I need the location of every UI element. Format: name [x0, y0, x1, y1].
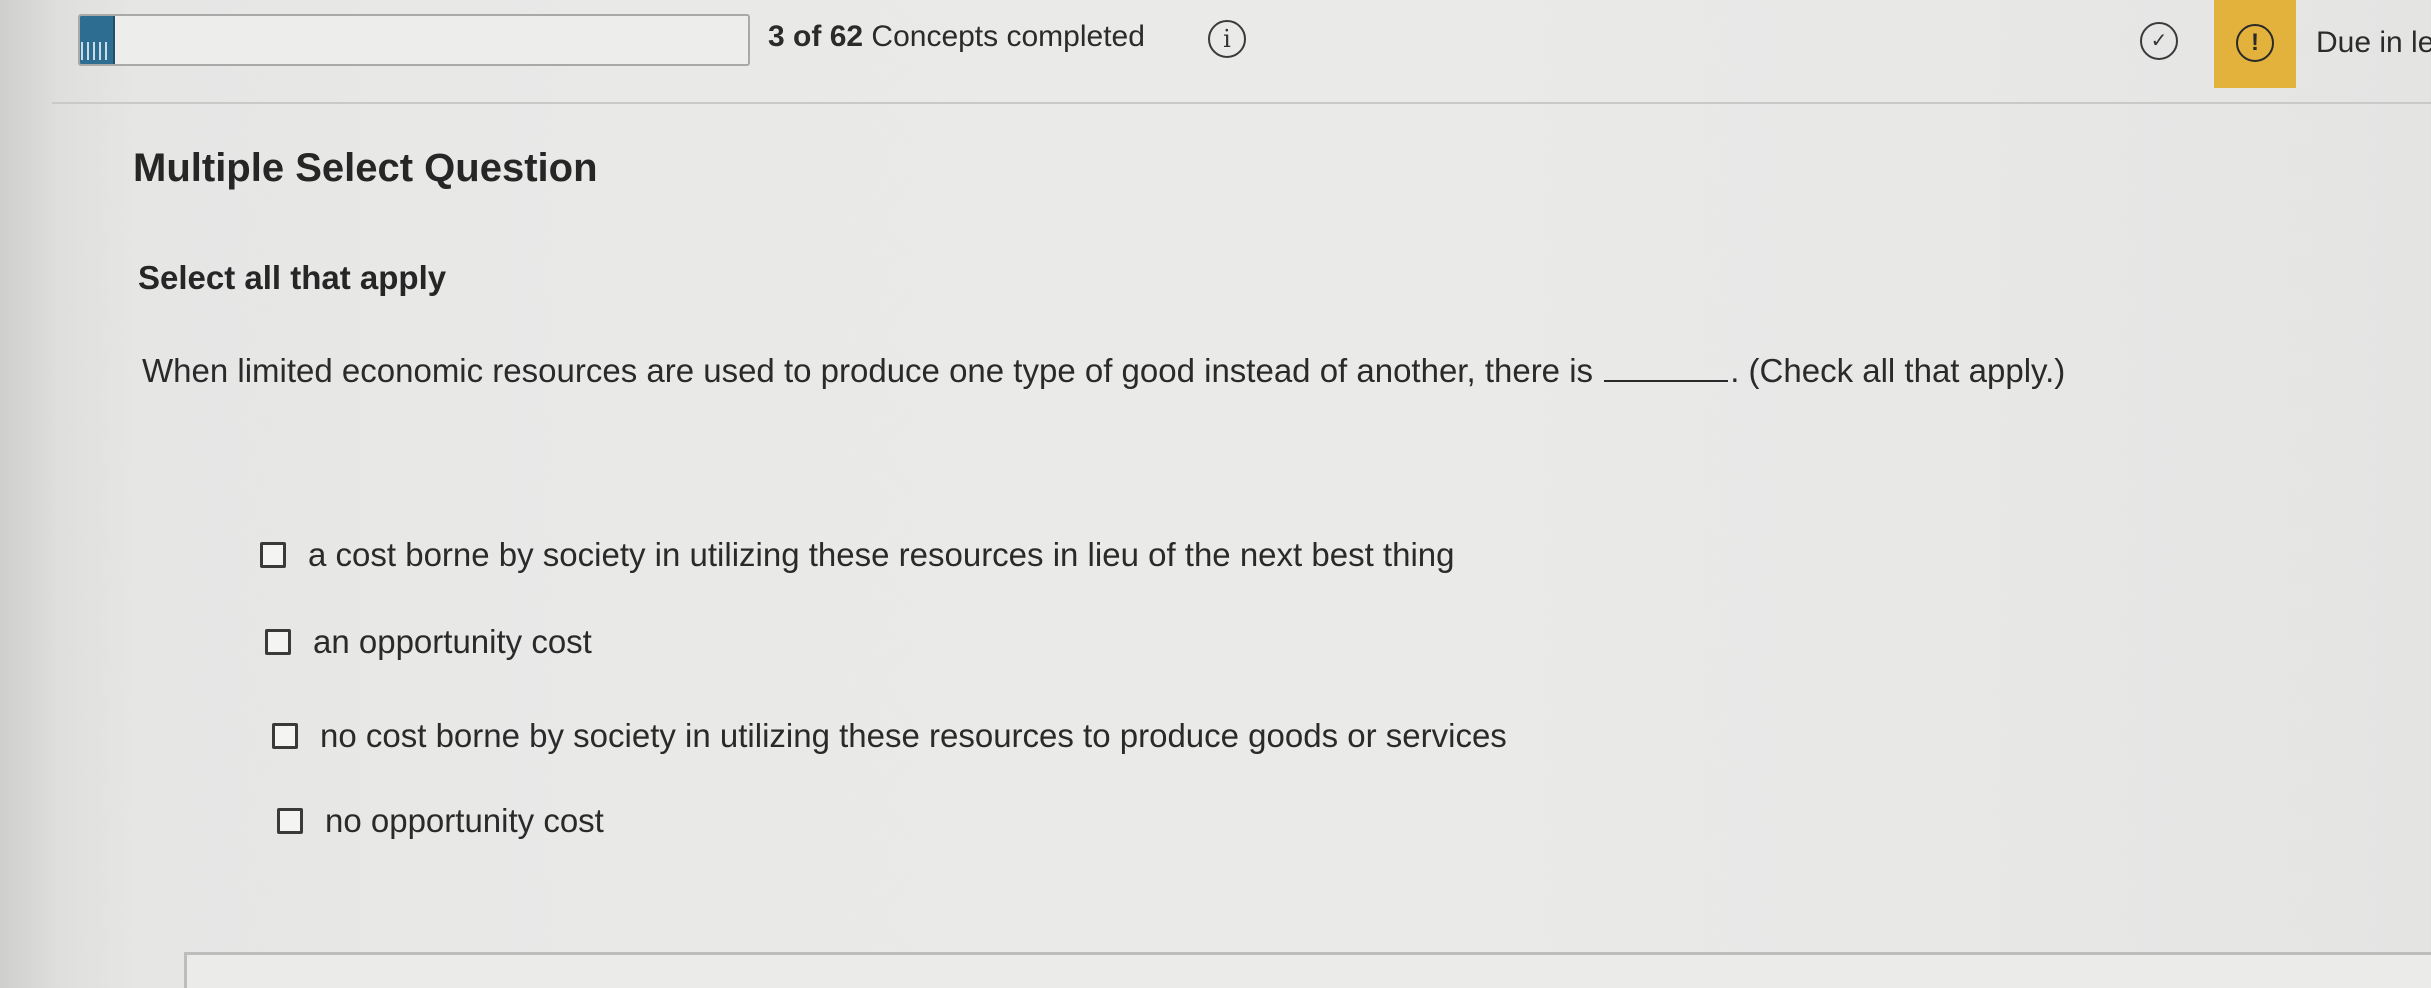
question-type-heading: Multiple Select Question: [133, 146, 598, 190]
progress-stripes: [80, 42, 110, 60]
answer-option-3[interactable]: no cost borne by society in utilizing th…: [272, 717, 1507, 755]
prompt-text-before: When limited economic resources are used…: [142, 352, 1594, 389]
prompt-blank: [1604, 379, 1729, 382]
option-checkbox[interactable]: [272, 723, 298, 749]
alert-icon: !: [2236, 24, 2274, 62]
progress-total: 62: [829, 20, 864, 53]
answer-option-2[interactable]: an opportunity cost: [265, 623, 592, 661]
option-checkbox[interactable]: [265, 629, 291, 655]
option-checkbox[interactable]: [277, 808, 303, 834]
prompt-text-after: . (Check all that apply.): [1730, 352, 2066, 389]
question-instruction: Select all that apply: [138, 259, 447, 296]
option-checkbox[interactable]: [260, 542, 286, 568]
option-label: a cost borne by society in utilizing the…: [308, 536, 1455, 573]
due-badge[interactable]: !: [2214, 0, 2296, 88]
left-edge: [0, 0, 52, 988]
question-prompt: When limited economic resources are used…: [142, 352, 2065, 390]
concept-progress-bar: [78, 14, 750, 66]
check-circle-icon[interactable]: ✓: [2140, 22, 2178, 60]
info-icon[interactable]: i: [1208, 20, 1246, 58]
progress-suffix: Concepts completed: [871, 20, 1145, 53]
answer-option-4[interactable]: no opportunity cost: [277, 802, 604, 840]
option-label: an opportunity cost: [313, 623, 592, 660]
progress-completed: 3: [768, 20, 785, 53]
answer-option-1[interactable]: a cost borne by society in utilizing the…: [260, 536, 1454, 574]
progress-text: 3 of 62 Concepts completed: [768, 20, 1145, 53]
header-divider: [52, 102, 2431, 104]
option-label: no cost borne by society in utilizing th…: [320, 717, 1507, 754]
progress-fill: [80, 16, 116, 64]
option-label: no opportunity cost: [325, 802, 604, 839]
bottom-panel: [184, 952, 2431, 988]
due-text: Due in le: [2316, 26, 2431, 59]
